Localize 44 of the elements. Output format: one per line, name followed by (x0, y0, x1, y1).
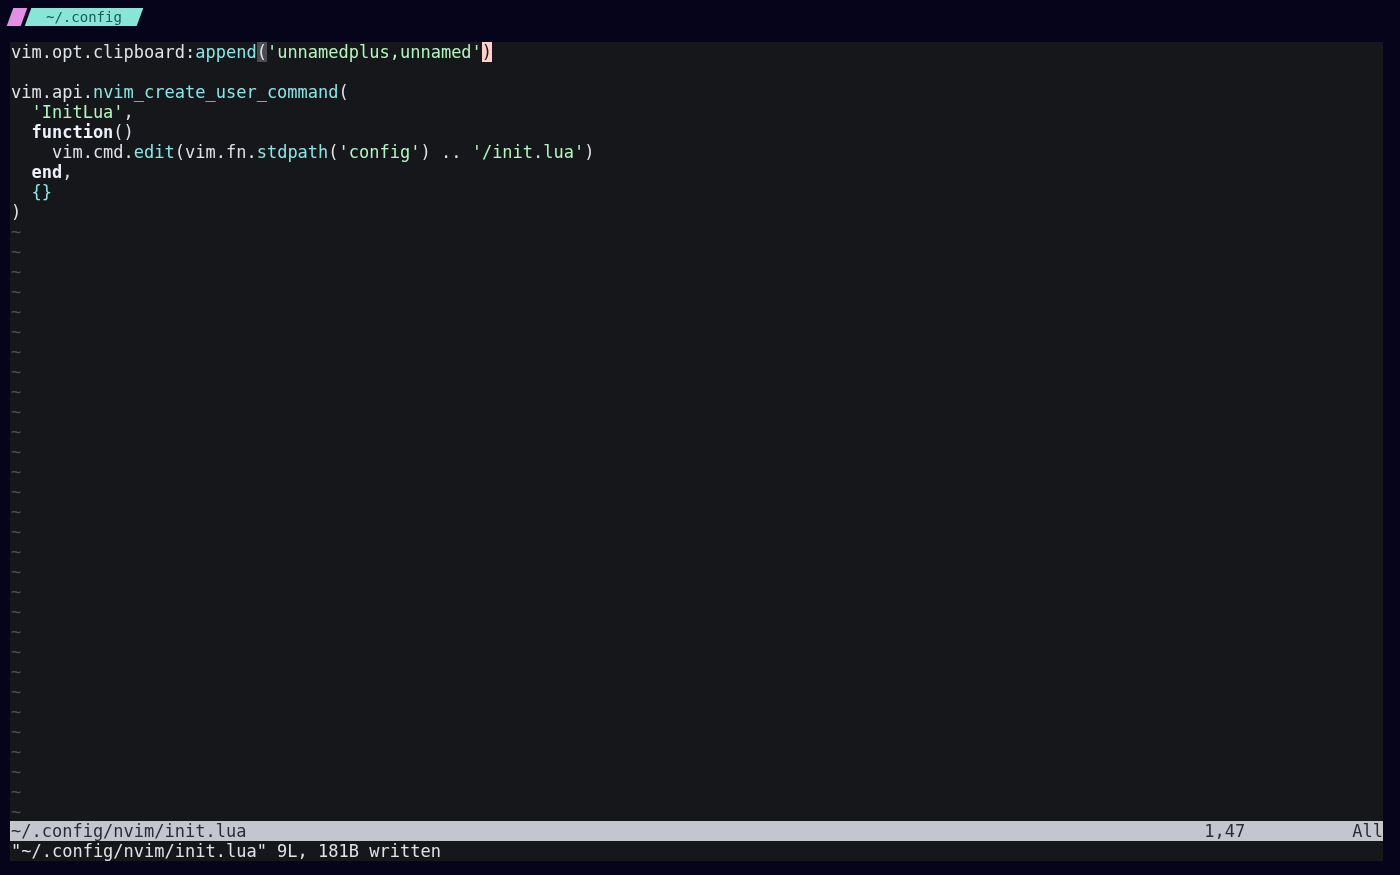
empty-line-marker: ~ (11, 502, 22, 522)
empty-line-marker: ~ (11, 422, 22, 442)
empty-line-marker: ~ (11, 542, 22, 562)
code-line: vim.api.nvim_create_user_command( (11, 82, 349, 102)
code-line: function() (30, 122, 134, 142)
empty-line-marker: ~ (11, 582, 22, 602)
code-line: {} (30, 182, 52, 202)
empty-line-marker: ~ (11, 462, 22, 482)
empty-line-marker: ~ (11, 302, 22, 322)
empty-line-marker: ~ (11, 402, 22, 422)
empty-line-marker: ~ (11, 662, 22, 682)
tab[interactable]: ~/.config (24, 8, 144, 26)
empty-line-marker: ~ (11, 222, 22, 242)
empty-line-marker: ~ (11, 242, 22, 262)
empty-line-marker: ~ (11, 602, 22, 622)
file-path: ~/.config/nvim/init.lua (11, 821, 247, 841)
empty-line-marker: ~ (11, 722, 22, 742)
tab-marker (6, 8, 28, 26)
empty-line-marker: ~ (11, 742, 22, 762)
scroll-position: All (1352, 821, 1383, 841)
code-line: vim.cmd.edit(vim.fn.stdpath('config') .. '/init.lua') (50, 142, 595, 162)
empty-line-marker: ~ (11, 342, 22, 362)
empty-line-marker: ~ (11, 802, 22, 822)
code-line: vim.opt.clipboard:append('unnamedplus,unnamed') (11, 42, 493, 62)
code-line: end, (30, 162, 73, 182)
empty-line-marker: ~ (11, 282, 22, 302)
empty-line-marker: ~ (11, 362, 22, 382)
empty-line-marker: ~ (11, 522, 22, 542)
empty-line-marker: ~ (11, 322, 22, 342)
empty-line-marker: ~ (11, 262, 22, 282)
empty-line-marker: ~ (11, 382, 22, 402)
empty-line-marker: ~ (11, 562, 22, 582)
empty-line-marker: ~ (11, 622, 22, 642)
code-line: 'InitLua', (30, 102, 134, 122)
empty-line-marker: ~ (11, 762, 22, 782)
empty-line-marker: ~ (11, 702, 22, 722)
cursor-position: 1,47 (1204, 821, 1246, 841)
empty-line-marker: ~ (11, 482, 22, 502)
command-message: "~/.config/nvim/init.lua" 9L, 181B written (11, 841, 441, 861)
empty-line-marker: ~ (11, 642, 22, 662)
empty-line-marker: ~ (11, 782, 22, 802)
empty-line-marker: ~ (11, 682, 22, 702)
empty-line-marker: ~ (11, 442, 22, 462)
code-line: ) (11, 202, 22, 222)
